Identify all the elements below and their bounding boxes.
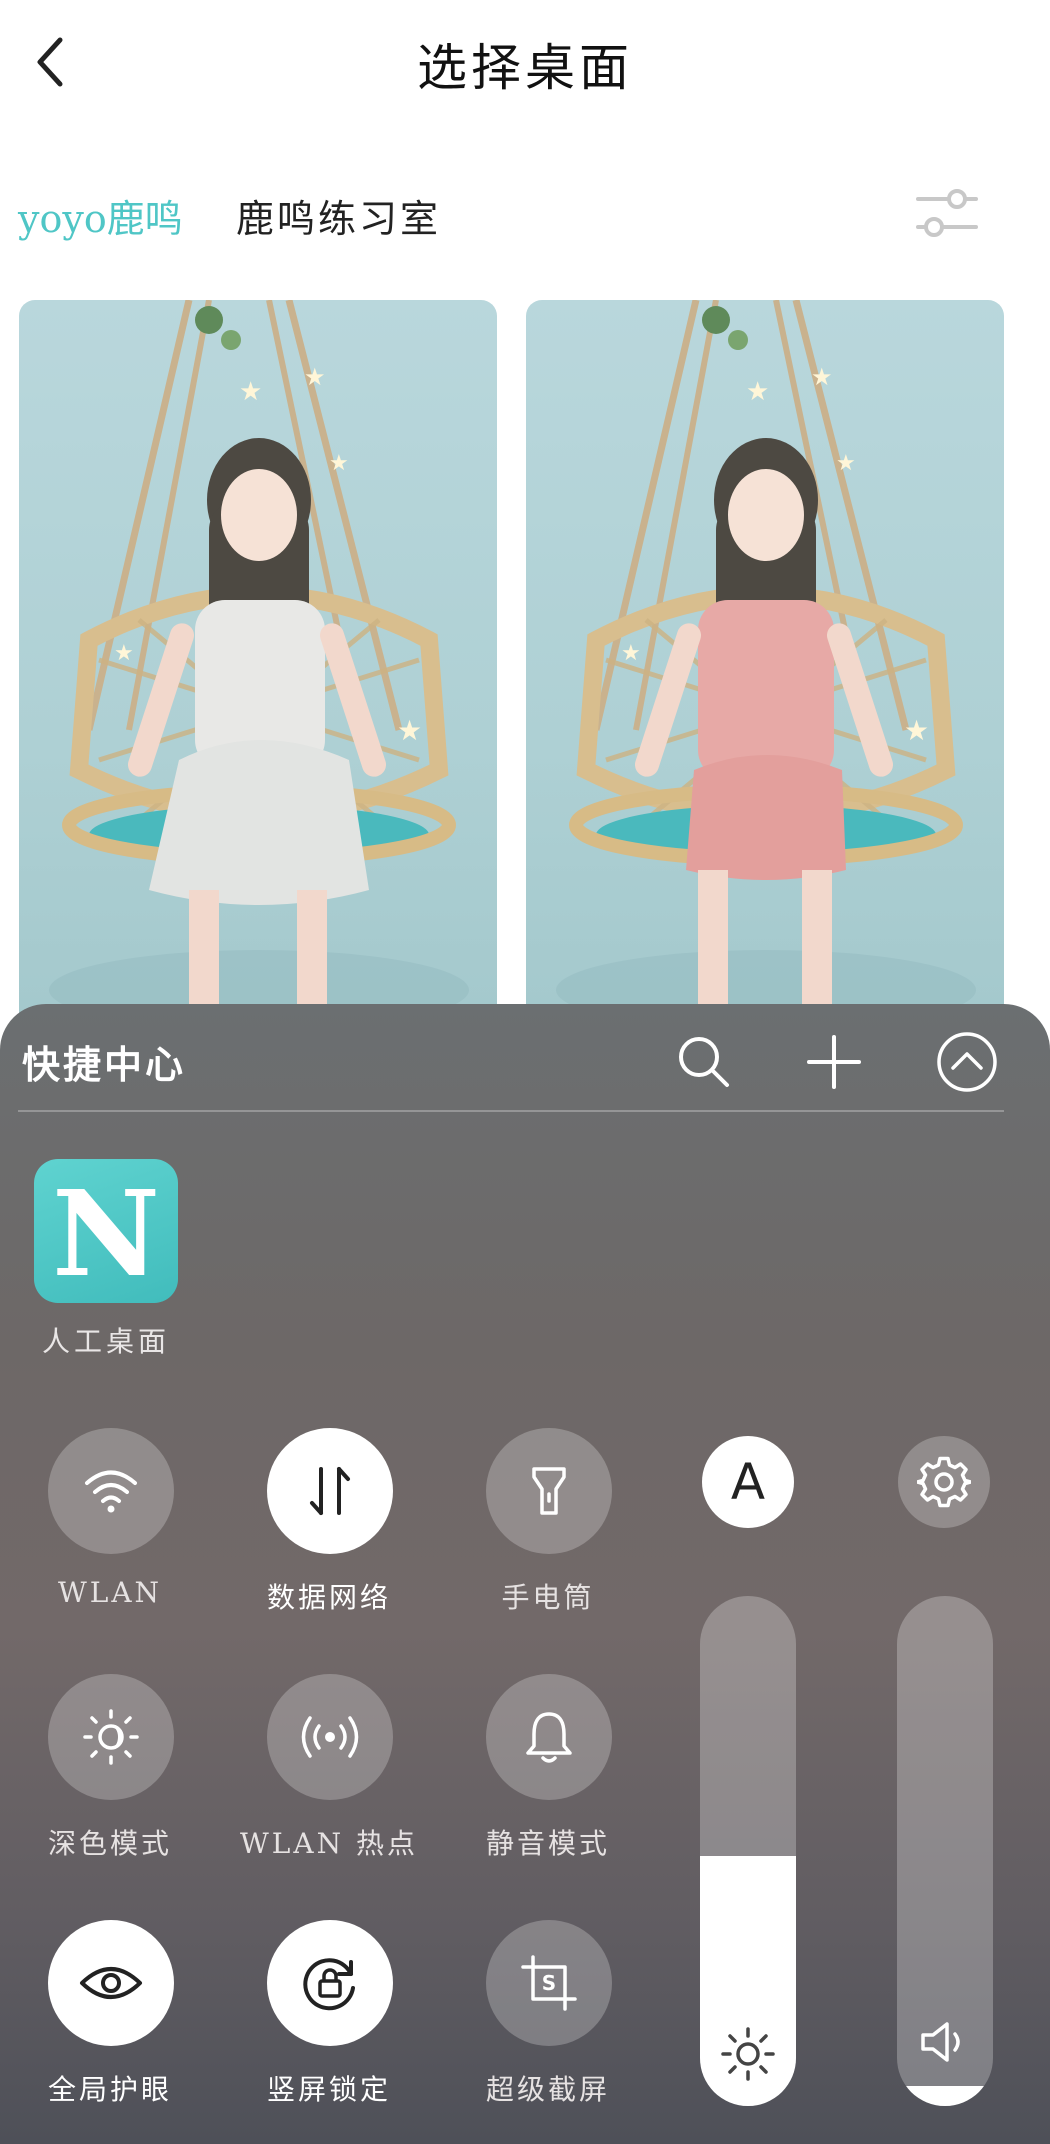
bell-icon: [523, 1708, 575, 1766]
app-shortcut-ai-desktop[interactable]: N: [34, 1159, 178, 1303]
svg-text:★: ★: [904, 714, 929, 747]
auto-brightness-button[interactable]: A: [702, 1436, 794, 1528]
toggle-dark-mode[interactable]: 深色模式: [0, 1674, 220, 1874]
toggle-super-screenshot-circle[interactable]: S: [486, 1920, 612, 2046]
sliders-icon: [912, 182, 982, 244]
quick-center-title: 快捷中心: [22, 1042, 187, 1087]
quick-center-panel: 快捷中心 N 人工桌面 WLAN 数据网络 手电筒 深色模式 WLAN 热点 静…: [0, 1004, 1050, 2144]
svg-text:S: S: [542, 1971, 556, 1995]
sun-icon: [700, 2024, 796, 2084]
category-tabs: yoyo鹿鸣 鹿鸣练习室: [0, 170, 1050, 250]
svg-text:★: ★: [114, 641, 134, 666]
flashlight-icon: [529, 1463, 569, 1519]
tab-yoyo-luming[interactable]: yoyo鹿鸣: [18, 188, 183, 243]
toggle-dark-mode-circle[interactable]: [48, 1674, 174, 1800]
app-logo-letter: N: [52, 1164, 160, 1303]
settings-button[interactable]: [898, 1436, 990, 1528]
brightness-slider[interactable]: [700, 1596, 796, 2106]
speaker-icon: [897, 2012, 993, 2072]
data-arrows-icon: [305, 1463, 355, 1519]
plus-icon: [805, 1033, 863, 1091]
toggle-flashlight-circle[interactable]: [486, 1428, 612, 1554]
collapse-up-icon: [936, 1031, 998, 1093]
select-desktop-screen: 选择桌面 yoyo鹿鸣 鹿鸣练习室 ★ ★ ★ ★ ★ ★ ★ ★ ★ ★ 快捷…: [0, 0, 1050, 2144]
volume-slider[interactable]: [897, 1596, 993, 2106]
search-button[interactable]: [672, 1030, 736, 1094]
toggle-mobile-data-circle[interactable]: [267, 1428, 393, 1554]
svg-text:★: ★: [811, 363, 833, 391]
filter-button[interactable]: [912, 182, 982, 244]
toggle-eye-protection-label: 全局护眼: [47, 2073, 172, 2106]
svg-text:★: ★: [329, 451, 349, 476]
toggle-flashlight-label: 手电筒: [501, 1581, 595, 1614]
toggle-rotation-lock-label: 竖屏锁定: [266, 2073, 391, 2106]
collapse-button[interactable]: [935, 1030, 999, 1094]
volume-slider-fill: [897, 2085, 993, 2106]
rotation-lock-icon: [299, 1952, 361, 2014]
toggle-hotspot[interactable]: WLAN 热点: [219, 1674, 439, 1874]
screenshot-icon: S: [519, 1953, 579, 2013]
toggle-flashlight[interactable]: 手电筒: [438, 1428, 658, 1628]
svg-text:★: ★: [836, 451, 856, 476]
hotspot-icon: [297, 1712, 363, 1762]
gear-icon: [917, 1455, 971, 1509]
header-bar: 选择桌面: [0, 0, 1050, 125]
svg-text:★: ★: [239, 377, 262, 407]
page-title: 选择桌面: [417, 39, 633, 97]
eye-icon: [78, 1961, 144, 2005]
wallpaper-card-1[interactable]: ★ ★ ★ ★ ★: [19, 300, 497, 1040]
wifi-icon: [83, 1468, 139, 1514]
svg-text:★: ★: [397, 714, 422, 747]
toggle-mobile-data[interactable]: 数据网络: [219, 1428, 439, 1628]
toggle-wlan[interactable]: WLAN: [0, 1428, 220, 1628]
svg-text:★: ★: [304, 363, 326, 391]
tab-luming-practice-room[interactable]: 鹿鸣练习室: [236, 188, 441, 243]
wallpaper-white-dress-image: ★ ★ ★ ★ ★: [49, 300, 469, 1040]
toggle-silent-mode-label: 静音模式: [485, 1827, 610, 1860]
toggle-eye-protection-circle[interactable]: [48, 1920, 174, 2046]
panel-divider: [18, 1110, 1004, 1112]
toggle-silent-mode[interactable]: 静音模式: [438, 1674, 658, 1874]
toggle-wlan-circle[interactable]: [48, 1428, 174, 1554]
toggle-wlan-label: WLAN: [57, 1576, 163, 1609]
toggle-hotspot-circle[interactable]: [267, 1674, 393, 1800]
svg-text:★: ★: [746, 377, 769, 407]
toggle-eye-protection[interactable]: 全局护眼: [0, 1920, 220, 2120]
app-shortcut-label: 人工桌面: [41, 1325, 170, 1358]
toggle-super-screenshot[interactable]: S 超级截屏: [438, 1920, 658, 2120]
toggle-dark-mode-label: 深色模式: [47, 1827, 172, 1860]
wallpaper-card-2[interactable]: ★ ★ ★ ★ ★: [526, 300, 1004, 1040]
toggle-rotation-lock[interactable]: 竖屏锁定: [219, 1920, 439, 2120]
toggle-hotspot-label: WLAN 热点: [240, 1827, 418, 1860]
svg-text:★: ★: [621, 641, 641, 666]
add-button[interactable]: [802, 1030, 866, 1094]
toggle-rotation-lock-circle[interactable]: [267, 1920, 393, 2046]
wallpaper-pink-dress-image: ★ ★ ★ ★ ★: [556, 300, 976, 1040]
auto-brightness-icon: A: [730, 1453, 766, 1511]
toggle-super-screenshot-label: 超级截屏: [485, 2073, 610, 2106]
search-icon: [675, 1033, 733, 1091]
toggle-mobile-data-label: 数据网络: [266, 1581, 391, 1614]
dark-mode-icon: [81, 1707, 141, 1767]
toggle-silent-mode-circle[interactable]: [486, 1674, 612, 1800]
